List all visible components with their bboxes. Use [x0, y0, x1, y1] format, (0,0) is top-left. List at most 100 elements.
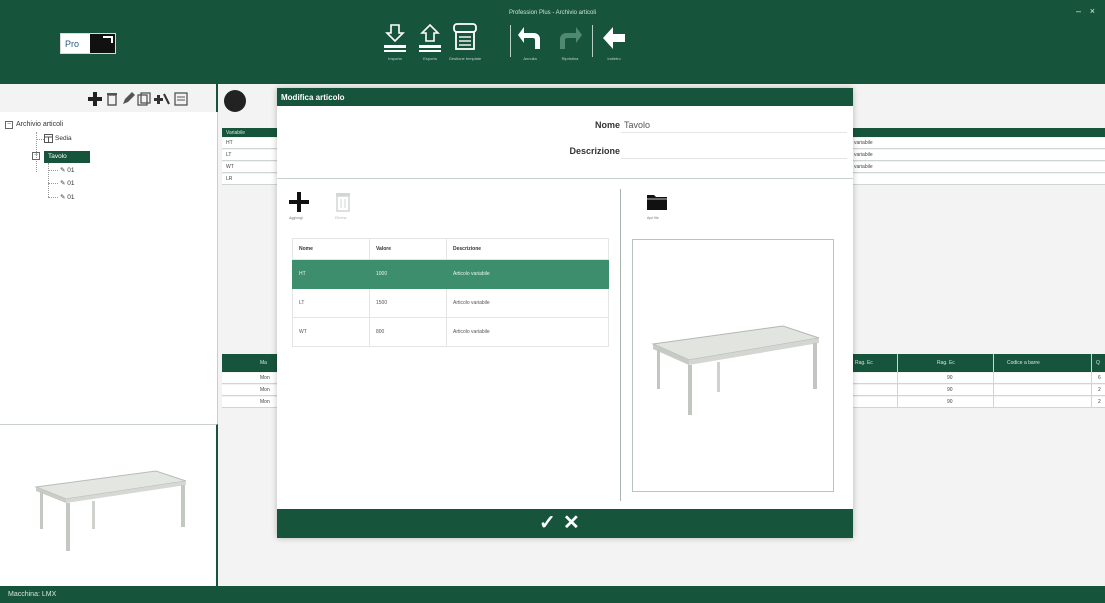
tree-item-sedia[interactable]: Sedia	[55, 135, 72, 142]
confirm-button[interactable]: ✓	[539, 513, 556, 533]
grid-cell[interactable]: LT	[293, 289, 370, 317]
name-label: Nome	[594, 120, 620, 130]
status-bar: Macchina: LMX	[0, 586, 1105, 603]
table-icon	[44, 134, 53, 143]
import-icon	[384, 24, 406, 52]
add-row-button[interactable]: Aggiungi	[289, 192, 313, 222]
tree-connector	[48, 170, 58, 171]
template-label: Gestione template	[448, 56, 482, 61]
tree-item-tavolo[interactable]: Tavolo	[44, 151, 90, 163]
tree-connector	[48, 197, 58, 198]
import-list-icon[interactable]	[174, 92, 188, 106]
image-preview	[632, 239, 834, 492]
cell: Mon	[260, 399, 270, 405]
column-divider	[993, 354, 994, 408]
redo-icon	[560, 27, 582, 49]
grid-cell[interactable]: 1000	[370, 260, 447, 288]
window-title: Profession Plus - Archivio articoli	[508, 10, 597, 16]
logo-text: Pro	[65, 39, 80, 49]
delete-icon[interactable]	[106, 92, 118, 106]
tree-preview-panel	[0, 424, 218, 586]
grid-cell[interactable]: 1500	[370, 289, 447, 317]
background-header-label: Variabile	[226, 130, 246, 136]
grid-row[interactable]: HT 1000 Articolo variabile	[292, 260, 609, 289]
plus-icon	[289, 192, 309, 212]
redo-label: Ripristina	[561, 56, 579, 61]
tree-toolbar	[0, 84, 218, 112]
grid-cell[interactable]: WT	[293, 318, 370, 346]
tree-item-variant[interactable]: ✎ 01	[60, 166, 75, 174]
cell: 90	[947, 399, 953, 405]
tree-item-label: 01	[67, 167, 75, 174]
cell: 90	[947, 375, 953, 381]
grid-header-cell[interactable]: Nome	[293, 239, 370, 259]
table-model-image	[651, 325, 820, 415]
grid-cell[interactable]: 800	[370, 318, 447, 346]
export-button[interactable]: Esporta	[412, 23, 448, 67]
export-label: Esporta	[423, 56, 437, 61]
view-toggle-icon[interactable]	[224, 90, 246, 112]
open-file-button[interactable]: Apri file	[647, 192, 671, 222]
grid-cell[interactable]: Articolo variabile	[447, 260, 608, 288]
redo-button[interactable]: Ripristina	[552, 23, 588, 67]
title-bar: Profession Plus - Archivio articoli – × …	[0, 0, 1105, 84]
article-tree: − Archivio articoli Sedia − Tavolo ✎ 01 …	[0, 112, 218, 424]
app-window: Profession Plus - Archivio articoli – × …	[0, 0, 1105, 603]
column-divider	[897, 354, 898, 408]
tree-root[interactable]: Archivio articoli	[16, 121, 63, 128]
import-label: Importa	[388, 56, 402, 61]
back-button[interactable]: Indietro	[596, 23, 632, 67]
tree-item-label: 01	[67, 194, 75, 201]
tree-item-label: 01	[67, 180, 75, 187]
cancel-button[interactable]: ✕	[563, 513, 580, 533]
header-cell: Rag. Ec	[937, 360, 955, 366]
panel-divider	[620, 189, 621, 501]
grid-cell[interactable]: Articolo variabile	[447, 318, 608, 346]
tree-item-variant[interactable]: ✎ 01	[60, 193, 75, 201]
open-file-label: Apri file	[647, 216, 659, 220]
collapse-icon[interactable]: −	[5, 121, 13, 129]
header-cell: Ma	[260, 360, 267, 366]
grid-cell[interactable]: HT	[293, 260, 370, 288]
logo-mark-icon	[90, 34, 115, 53]
grid-header-cell[interactable]: Descrizione	[447, 239, 608, 259]
header-cell: Q	[1096, 360, 1100, 366]
tree-connector	[48, 163, 49, 197]
back-label: Indietro	[607, 56, 621, 61]
dialog-title: Modifica articolo	[277, 88, 853, 106]
close-window-button[interactable]: ×	[1090, 6, 1095, 16]
export-icon	[419, 23, 441, 52]
grid-row[interactable]: WT 800 Articolo variabile	[292, 318, 609, 347]
copy-icon[interactable]	[137, 92, 151, 106]
table-preview-image	[34, 470, 187, 551]
edit-article-dialog: Modifica articolo Nome Descrizione Aggiu…	[277, 88, 853, 538]
minimize-button[interactable]: –	[1076, 6, 1081, 16]
tree-item-variant[interactable]: ✎ 01	[60, 179, 75, 187]
variables-grid: Nome Valore Descrizione HT 1000 Articolo…	[292, 238, 609, 347]
description-input[interactable]	[621, 143, 847, 159]
grid-cell[interactable]: Articolo variabile	[447, 289, 608, 317]
grid-row[interactable]: LT 1500 Articolo variabile	[292, 289, 609, 318]
undo-button[interactable]: Annulla	[512, 23, 548, 67]
delete-label: Elimina	[335, 216, 347, 220]
back-arrow-icon	[603, 27, 625, 49]
add-variable-icon[interactable]	[154, 92, 170, 106]
grid-header-cell[interactable]: Valore	[370, 239, 447, 259]
panel-divider	[216, 84, 218, 112]
delete-row-button[interactable]: Elimina	[335, 192, 355, 222]
cell: 6	[1098, 375, 1101, 381]
add-label: Aggiungi	[289, 216, 303, 220]
header-divider	[277, 178, 853, 179]
folder-icon	[647, 195, 667, 210]
toolbar-separator	[510, 25, 511, 57]
cell: Mon	[260, 387, 270, 393]
template-button[interactable]: Gestione template	[447, 23, 483, 67]
description-label: Descrizione	[569, 146, 620, 156]
name-input[interactable]	[621, 117, 847, 133]
template-icon	[453, 23, 477, 50]
import-button[interactable]: Importa	[377, 23, 413, 67]
add-icon[interactable]	[88, 92, 102, 106]
collapse-icon[interactable]: −	[32, 152, 40, 160]
tree-connector	[36, 139, 44, 140]
edit-icon[interactable]	[121, 92, 135, 106]
